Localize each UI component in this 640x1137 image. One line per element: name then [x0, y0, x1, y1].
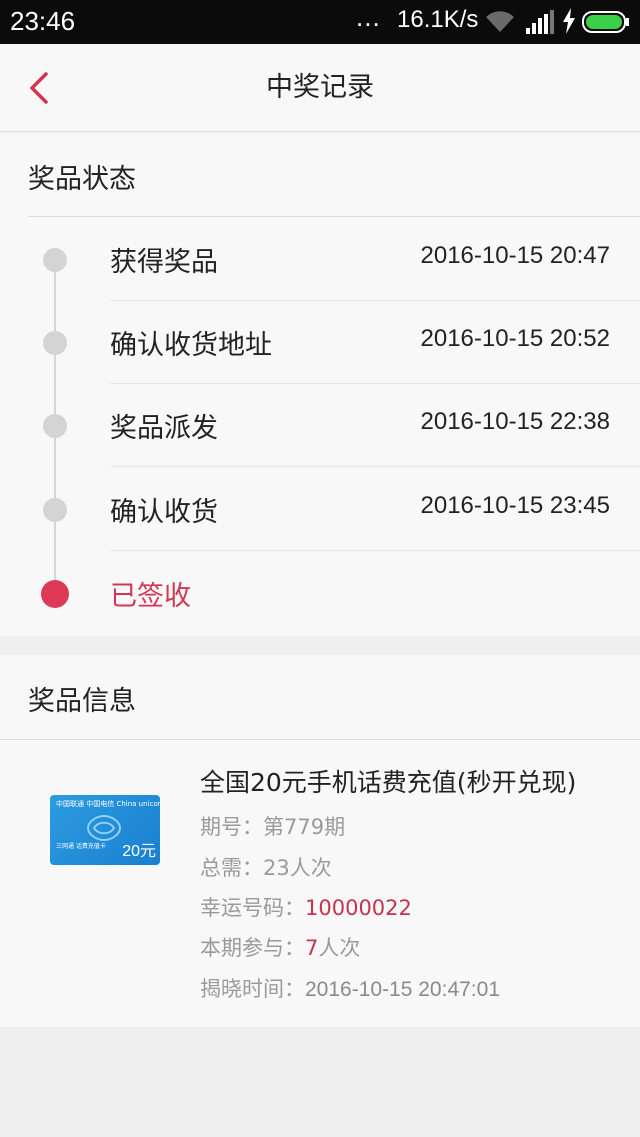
participation-value: 7 [305, 936, 319, 960]
step-time: 2016-10-15 22:38 [420, 408, 611, 435]
period-row: 期号：第779期 [200, 811, 345, 841]
timeline-dot [43, 331, 67, 355]
status-bar: 23:46 ... 16.1K/s [0, 0, 640, 44]
participation-label: 本期参与： [200, 936, 305, 960]
reveal-time-row: 揭晓时间：2016-10-15 20:47:01 [200, 973, 500, 1003]
timeline-step: 奖品派发 2016-10-15 22:38 [0, 384, 640, 467]
wifi-icon [486, 11, 514, 33]
participation-unit: 人次 [318, 936, 361, 960]
nav-bar: 中奖记录 [0, 44, 640, 132]
participation-row: 本期参与：7人次 [200, 932, 360, 962]
period-label: 期号： [200, 815, 263, 839]
total-value: 23人次 [263, 856, 332, 880]
total-row: 总需：23人次 [200, 852, 332, 882]
timeline-dot [43, 498, 67, 522]
timeline-dot-active [41, 580, 69, 608]
unicom-logo-icon [86, 814, 122, 842]
prize-info-card: 奖品信息 中国联通 中国电信 China unicom 三网通 话费充值卡 20… [0, 655, 640, 1027]
divider [28, 216, 640, 217]
timeline-step-active: 已签收 [0, 552, 640, 635]
prize-info-title: 奖品信息 [28, 686, 136, 717]
charging-icon [563, 8, 575, 34]
prize-image-text: 三网通 话费充值卡 [56, 843, 106, 850]
step-time: 2016-10-15 23:45 [420, 492, 611, 519]
divider [110, 466, 640, 467]
page-title: 中奖记录 [266, 72, 374, 103]
status-dots: ... [356, 2, 381, 32]
total-label: 总需： [200, 856, 263, 880]
prize-image[interactable]: 中国联通 中国电信 China unicom 三网通 话费充值卡 20元 [50, 795, 160, 865]
step-time: 2016-10-15 20:47 [420, 242, 611, 269]
battery-icon [582, 11, 629, 33]
signal-icon [526, 10, 554, 34]
lucky-number-value: 10000022 [305, 896, 412, 920]
divider [0, 739, 640, 740]
timeline-step: 确认收货地址 2016-10-15 20:52 [0, 301, 640, 384]
prize-image-amount: 20元 [122, 843, 156, 860]
lucky-number-label: 幸运号码： [200, 896, 305, 920]
timeline-step: 获得奖品 2016-10-15 20:47 [0, 218, 640, 301]
prize-status-title: 奖品状态 [28, 164, 136, 195]
reveal-time-value: 2016-10-15 20:47:01 [305, 978, 500, 1001]
divider [110, 550, 640, 551]
timeline-dot [43, 248, 67, 272]
period-value: 第779期 [263, 815, 346, 839]
step-label: 获得奖品 [110, 247, 218, 278]
step-label: 确认收货 [110, 497, 218, 528]
step-label: 确认收货地址 [110, 330, 272, 361]
prize-name[interactable]: 全国20元手机话费充值(秒开兑现) [200, 763, 576, 799]
status-net-speed: 16.1K/s [397, 6, 479, 33]
status-time: 23:46 [10, 6, 76, 36]
reveal-time-label: 揭晓时间： [200, 977, 305, 1001]
step-label: 奖品派发 [110, 413, 218, 444]
lucky-number-row: 幸运号码：10000022 [200, 892, 412, 922]
timeline-dot [43, 414, 67, 438]
step-time: 2016-10-15 20:52 [420, 325, 611, 352]
timeline-step: 确认收货 2016-10-15 23:45 [0, 468, 640, 551]
step-label: 已签收 [110, 581, 191, 612]
prize-image-brand: 中国联通 中国电信 China unicom [56, 800, 160, 808]
